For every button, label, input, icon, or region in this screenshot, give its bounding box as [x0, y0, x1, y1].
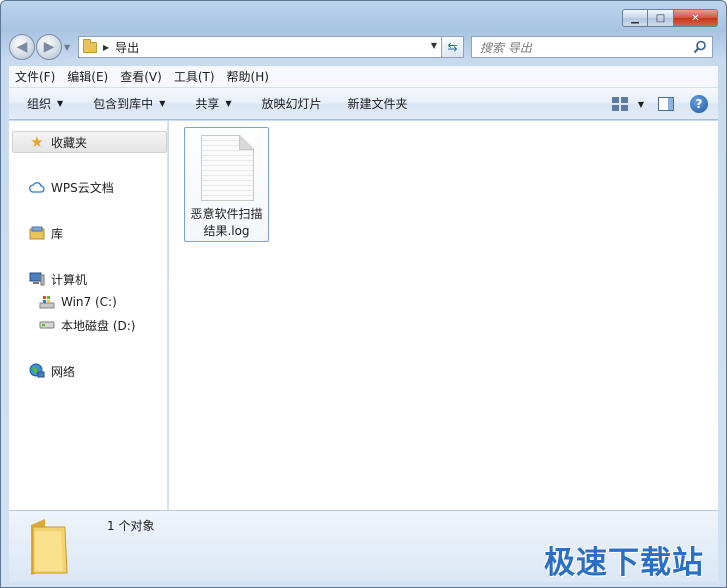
search-icon[interactable]	[693, 40, 707, 54]
address-bar[interactable]: ▶ 导出 ▼	[78, 36, 442, 58]
nav-item-drive-d[interactable]: 本地磁盘 (D:)	[39, 315, 135, 335]
item-count: 1 个对象	[107, 519, 155, 533]
network-icon	[29, 363, 45, 379]
chevron-down-icon: ▼	[159, 99, 166, 108]
nav-label-wps: WPS云文档	[51, 180, 114, 195]
nav-label-computer: 计算机	[51, 272, 88, 287]
help-icon[interactable]: ?	[690, 95, 708, 113]
share-label: 共享	[195, 97, 220, 111]
nav-label-favorites: 收藏夹	[51, 135, 88, 150]
chevron-down-icon: ▼	[57, 99, 64, 108]
search-input[interactable]: 搜索 导出	[471, 36, 713, 58]
search-placeholder: 搜索 导出	[480, 40, 532, 55]
view-dropdown-icon[interactable]: ▼	[638, 100, 644, 109]
nav-item-favorites[interactable]: ★ 收藏夹	[29, 132, 87, 152]
nav-label-drive-c: Win7 (C:)	[61, 295, 117, 309]
menu-view[interactable]: 查看(V)	[114, 68, 168, 85]
close-button[interactable]: ✕	[674, 9, 718, 27]
nav-item-drive-c[interactable]: Win7 (C:)	[39, 292, 117, 312]
nav-item-wps-cloud[interactable]: WPS云文档	[29, 177, 114, 197]
nav-label-network: 网络	[51, 364, 76, 379]
maximize-button[interactable]: □	[648, 9, 674, 27]
include-label: 包含到库中	[93, 97, 154, 111]
address-dropdown-icon[interactable]: ▼	[431, 41, 437, 50]
file-list: 恶意软件扫描 结果.log	[169, 121, 718, 510]
star-icon: ★	[30, 133, 44, 151]
navigation-row: ◀ ▶ ▼ ▶ 导出 ▼ ⇆ 搜索 导出	[9, 34, 718, 60]
address-path[interactable]: 导出	[115, 39, 139, 56]
chevron-down-icon: ▼	[225, 99, 232, 108]
forward-arrow-icon: ▶	[43, 39, 55, 55]
nav-item-library[interactable]: 库	[29, 223, 63, 243]
slideshow-label: 放映幻灯片	[261, 97, 322, 111]
breadcrumb-chevron-icon[interactable]: ▶	[103, 43, 109, 52]
menu-help[interactable]: 帮助(H)	[221, 68, 275, 85]
nav-label-library: 库	[51, 226, 64, 241]
nav-item-computer[interactable]: 计算机	[29, 269, 87, 289]
folder-icon	[83, 38, 97, 53]
command-bar: 组织 ▼ 包含到库中 ▼ 共享 ▼ 放映幻灯片 新建文件夹 ▼ ?	[9, 88, 718, 120]
back-arrow-icon: ◀	[16, 39, 28, 55]
file-name: 恶意软件扫描 结果.log	[190, 207, 263, 238]
view-grid-icon[interactable]	[611, 97, 628, 111]
explorer-window: ▁ □ ✕ ◀ ▶ ▼ ▶ 导出 ▼ ⇆ 搜索 导出 文件(F) 编辑(E) 查…	[0, 0, 727, 588]
file-item[interactable]: 恶意软件扫描 结果.log	[184, 127, 269, 242]
menu-edit[interactable]: 编辑(E)	[61, 68, 114, 85]
details-pane: 1 个对象 极速下载站	[9, 510, 718, 582]
new-folder-button[interactable]: 新建文件夹	[338, 95, 418, 112]
menu-bar: 文件(F) 编辑(E) 查看(V) 工具(T) 帮助(H)	[9, 66, 718, 88]
share-button[interactable]: 共享 ▼	[185, 95, 241, 112]
nav-item-network[interactable]: 网络	[29, 361, 75, 381]
folder-icon	[31, 519, 68, 575]
text-document-icon	[201, 135, 254, 201]
menu-file[interactable]: 文件(F)	[9, 68, 61, 85]
hard-drive-icon	[39, 317, 55, 333]
preview-pane-icon[interactable]	[658, 97, 674, 111]
refresh-icon: ⇆	[447, 40, 458, 54]
caption-buttons: ▁ □ ✕	[622, 9, 718, 27]
refresh-button[interactable]: ⇆	[442, 36, 464, 58]
organize-button[interactable]: 组织 ▼	[17, 95, 73, 112]
back-button[interactable]: ◀	[9, 34, 35, 60]
recent-pages-dropdown[interactable]: ▼	[64, 43, 74, 52]
minimize-button[interactable]: ▁	[622, 9, 648, 27]
new-folder-label: 新建文件夹	[347, 97, 408, 111]
slideshow-button[interactable]: 放映幻灯片	[252, 95, 332, 112]
view-controls: ▼ ?	[611, 88, 718, 120]
watermark-logo: 极速下载站	[544, 545, 704, 581]
windows-drive-icon	[39, 294, 55, 310]
include-in-library-button[interactable]: 包含到库中 ▼	[83, 95, 175, 112]
organize-label: 组织	[27, 97, 52, 111]
nav-label-drive-d: 本地磁盘 (D:)	[61, 318, 136, 333]
cloud-icon	[29, 179, 45, 195]
computer-icon	[29, 271, 45, 287]
forward-button[interactable]: ▶	[36, 34, 62, 60]
library-icon	[29, 225, 45, 241]
navigation-pane: ★ 收藏夹 WPS云文档 库 计算机 Win7 (C:) 本地磁盘 (D:) 网…	[9, 121, 168, 510]
menu-tools[interactable]: 工具(T)	[168, 68, 221, 85]
